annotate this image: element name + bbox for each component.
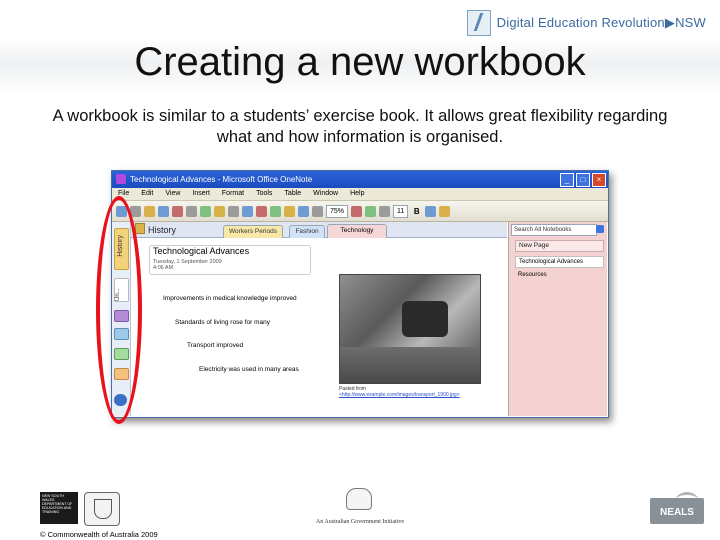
window-title: Technological Advances - Microsoft Offic… [130, 175, 313, 184]
neals-logo: NEALS [650, 498, 704, 524]
onenote-app-icon [116, 174, 126, 184]
brand-logo: Digital Education Revolution▶NSW [466, 10, 706, 36]
australian-coat-of-arms-icon [346, 488, 372, 510]
menu-tools[interactable]: Tools [256, 188, 272, 200]
toolbar: 75% 11 B [112, 201, 608, 222]
window-controls: _ □ × [560, 173, 606, 187]
redo-icon[interactable] [242, 205, 253, 217]
historical-photo[interactable] [339, 274, 481, 384]
workspace: History Un... History Workers Periods Fa… [112, 222, 607, 416]
page-width-icon[interactable] [312, 205, 323, 217]
page-tabs-pane: Search All Notebooks New Page Technologi… [508, 222, 607, 416]
menu-window[interactable]: Window [313, 188, 338, 200]
header-bar: Digital Education Revolution▶NSW [0, 0, 720, 40]
zoom-select[interactable]: 75% [326, 204, 349, 218]
bullets-icon[interactable] [425, 205, 437, 217]
section-tab-bar: History Workers Periods Fashion Technolo… [131, 222, 507, 238]
tab-workers-periods[interactable]: Workers Periods [223, 225, 283, 238]
page-area: History Workers Periods Fashion Technolo… [131, 222, 507, 416]
menu-bar: File Edit View Insert Format Tools Table… [112, 188, 608, 201]
window-title-bar: Technological Advances - Microsoft Offic… [112, 171, 608, 188]
onenote-window: Technological Advances - Microsoft Offic… [111, 170, 609, 418]
page-canvas[interactable]: Technological Advances Tuesday, 1 Septem… [131, 238, 507, 416]
bold-button[interactable]: B [411, 207, 422, 216]
note-line[interactable]: Electricity was used in many areas [199, 366, 299, 373]
der-logo-icon [466, 10, 491, 36]
cut-icon[interactable] [186, 205, 197, 217]
tab-fashion[interactable]: Fashion [289, 225, 325, 238]
new-page-button[interactable]: New Page [515, 240, 604, 252]
search-input[interactable]: Search All Notebooks [511, 224, 597, 236]
government-initiative-label: An Australian Government Initiative [315, 519, 405, 525]
undo-icon[interactable] [228, 205, 239, 217]
pasted-from-note: Pasted from <http://www.example.com/imag… [339, 386, 489, 398]
paste-icon[interactable] [214, 205, 225, 217]
eraser-icon[interactable] [284, 205, 295, 217]
det-logo: NEW SOUTH WALES DEPARTMENT OF EDUCATION … [40, 492, 130, 526]
menu-table[interactable]: Table [284, 188, 301, 200]
page-time: 4:06 AM [153, 265, 174, 271]
tab-technology[interactable]: Technology [327, 224, 387, 238]
department-name: NEW SOUTH WALES DEPARTMENT OF EDUCATION … [40, 492, 78, 524]
slide-subtitle: A workbook is similar to a students’ exe… [52, 107, 668, 146]
new-icon[interactable] [144, 205, 155, 217]
page-title[interactable]: Technological Advances [153, 246, 249, 256]
slide-title: Creating a new workbook [134, 40, 586, 84]
select-icon[interactable] [298, 205, 309, 217]
brand-name: Digital Education Revolution▶NSW [496, 15, 706, 30]
menu-edit[interactable]: Edit [141, 188, 153, 200]
note-line[interactable]: Transport improved [187, 342, 243, 349]
print-icon[interactable] [172, 205, 183, 217]
tag-icon[interactable] [365, 205, 377, 217]
menu-view[interactable]: View [165, 188, 180, 200]
pen-icon[interactable] [256, 205, 267, 217]
current-notebook-name: History [135, 223, 176, 235]
note-line[interactable]: Standards of living rose for many [175, 319, 270, 326]
menu-insert[interactable]: Insert [192, 188, 210, 200]
search-icon[interactable] [596, 225, 604, 233]
footer: NEW SOUTH WALES DEPARTMENT OF EDUCATION … [0, 476, 720, 540]
page-tab-technological-advances[interactable]: Technological Advances [515, 256, 604, 268]
copyright-notice: © Commonwealth of Australia 2009 [40, 530, 158, 539]
maximize-button[interactable]: □ [576, 173, 590, 187]
menu-help[interactable]: Help [350, 188, 364, 200]
full-page-icon[interactable] [351, 205, 363, 217]
copy-icon[interactable] [200, 205, 211, 217]
minimize-button[interactable]: _ [560, 173, 574, 187]
note-line[interactable]: Improvements in medical knowledge improv… [163, 295, 297, 302]
numbering-icon[interactable] [439, 205, 451, 217]
research-icon[interactable] [379, 205, 391, 217]
pasted-source-link[interactable]: <http://www.example.com/images/transport… [339, 392, 489, 398]
font-size-select[interactable]: 11 [393, 204, 409, 218]
save-icon[interactable] [158, 205, 169, 217]
page-tab-resources[interactable]: Resources [515, 270, 602, 280]
menu-format[interactable]: Format [222, 188, 244, 200]
close-button[interactable]: × [592, 173, 606, 187]
highlighter-icon[interactable] [270, 205, 281, 217]
nsw-crest-icon [84, 492, 120, 526]
highlight-oval [96, 196, 142, 424]
